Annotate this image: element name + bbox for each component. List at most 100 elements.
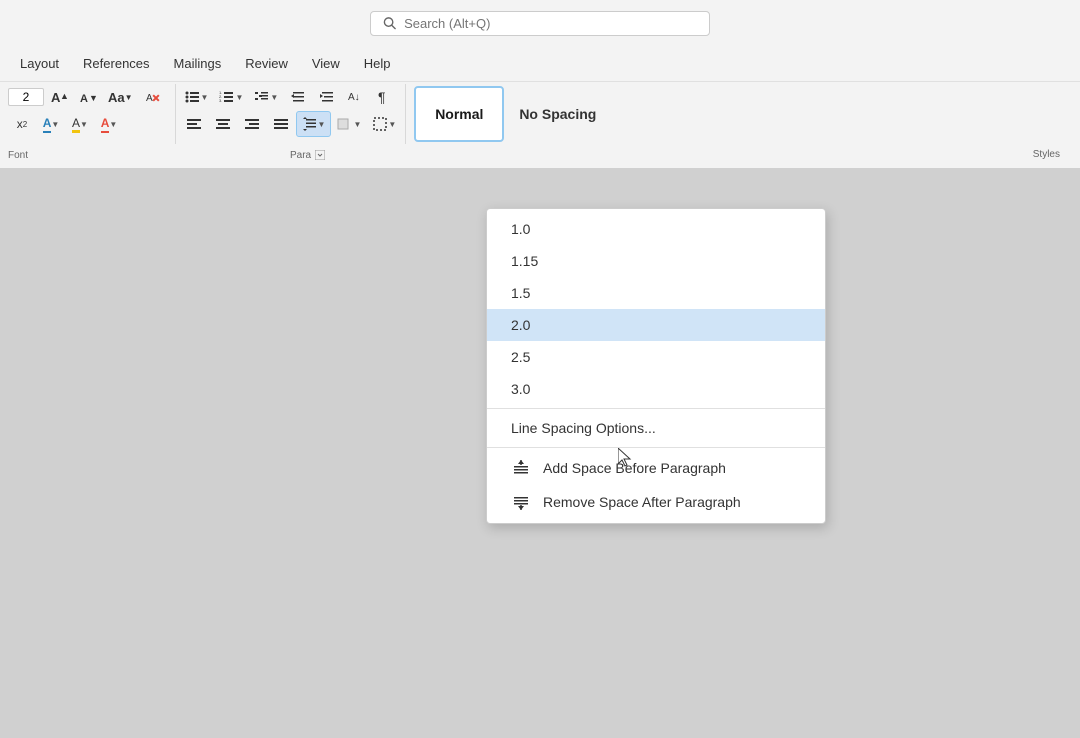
spacing-3-0-item[interactable]: 3.0 [487,373,825,405]
multilevel-list-arrow: ▼ [270,93,278,102]
style-normal-card[interactable]: Normal [414,86,504,142]
menu-item-layout[interactable]: Layout [10,52,69,75]
menu-item-references[interactable]: References [73,52,159,75]
spacing-3-0-label: 3.0 [511,381,530,397]
shading-arrow: ▼ [353,120,361,129]
svg-text:▲: ▲ [60,91,67,101]
menu-item-help[interactable]: Help [354,52,401,75]
remove-space-after-item[interactable]: Remove Space After Paragraph [487,485,825,519]
text-color-label: A [101,116,110,133]
align-left-icon [186,116,202,132]
font-color-label: A [43,116,52,133]
remove-space-after-icon [511,493,531,511]
spacing-1-5-item[interactable]: 1.5 [487,277,825,309]
font-color-arrow: ▼ [51,120,59,129]
search-icon [383,16,396,30]
subscript-btn[interactable]: x2 [8,111,36,137]
svg-text:▼: ▼ [89,93,96,103]
spacing-2-0-label: 2.0 [511,317,530,333]
add-space-before-item[interactable]: Add Space Before Paragraph [487,451,825,485]
shading-btn[interactable]: ▼ [332,111,366,137]
ribbon: 2 A ▲ A ▼ Aa▼ A [0,82,1080,168]
styles-section-label: Styles [1033,149,1060,160]
align-center-btn[interactable] [209,111,237,137]
decrease-font-icon: A ▼ [80,89,96,105]
spacing-1-15-item[interactable]: 1.15 [487,245,825,277]
svg-text:A↓: A↓ [348,92,360,103]
text-color-btn[interactable]: A ▼ [95,111,123,137]
border-icon [372,116,388,132]
bullet-list-btn[interactable]: ▼ [180,84,214,110]
ribbon-labels: Font Para Styles [0,146,1080,164]
menu-bar: Layout References Mailings Review View H… [0,46,1080,82]
align-right-icon [244,116,260,132]
bullet-list-icon [185,89,201,105]
font-section-label: Font [8,150,288,161]
align-left-btn[interactable] [180,111,208,137]
multilevel-list-icon [254,89,270,105]
text-color-arrow: ▼ [109,120,117,129]
svg-text:¶: ¶ [378,89,386,105]
align-right-btn[interactable] [238,111,266,137]
svg-text:A: A [146,93,153,104]
justify-btn[interactable] [267,111,295,137]
paragraph-expand-icon[interactable] [315,150,325,160]
spacing-2-5-item[interactable]: 2.5 [487,341,825,373]
spacing-2-5-label: 2.5 [511,349,530,365]
spacing-1-5-label: 1.5 [511,285,530,301]
line-spacing-dropdown: 1.0 1.15 1.5 2.0 2.5 3.0 Line Spacing Op… [486,208,826,524]
spacing-1-0-label: 1.0 [511,221,530,237]
spacing-1-15-label: 1.15 [511,253,538,269]
alignment-row: ▼ ▼ ▼ [180,111,402,137]
ribbon-paragraph-group: ▼ 1. 2. 3. ▼ [176,84,407,144]
bullet-list-arrow: ▼ [201,93,209,102]
highlight-arrow: ▼ [80,120,88,129]
svg-text:3.: 3. [219,98,222,103]
decrease-indent-btn[interactable] [284,84,312,110]
highlight-btn[interactable]: A ▼ [66,111,94,137]
clear-formatting-btn[interactable]: A [139,84,167,110]
ribbon-font-group: 2 A ▲ A ▼ Aa▼ A [8,84,176,144]
line-spacing-options-label: Line Spacing Options... [511,420,656,436]
text-format-row: x2 A ▼ A ▼ A ▼ [8,111,167,137]
numbered-list-arrow: ▼ [235,93,243,102]
increase-indent-btn[interactable] [313,84,341,110]
paragraph-mark-icon: ¶ [377,89,393,105]
add-space-before-label: Add Space Before Paragraph [543,460,726,476]
change-case-btn[interactable]: Aa▼ [103,84,138,110]
spacing-2-0-item[interactable]: 2.0 [487,309,825,341]
border-btn[interactable]: ▼ [367,111,401,137]
line-spacing-options-item[interactable]: Line Spacing Options... [487,412,825,444]
list-row: ▼ 1. 2. 3. ▼ [180,84,402,110]
style-no-spacing-card[interactable]: No Spacing [506,86,609,142]
numbered-list-icon: 1. 2. 3. [219,89,235,105]
sort-btn[interactable]: A↓ [342,84,370,110]
justify-icon [273,116,289,132]
title-bar [0,0,1080,46]
shading-icon [337,116,353,132]
increase-font-btn[interactable]: A ▲ [45,84,73,110]
search-input[interactable] [404,16,697,31]
multilevel-list-btn[interactable]: ▼ [249,84,283,110]
font-size-input[interactable]: 2 [8,88,44,106]
line-spacing-btn[interactable]: ▼ [296,111,332,137]
align-center-icon [215,116,231,132]
numbered-list-btn[interactable]: 1. 2. 3. ▼ [214,84,248,110]
decrease-font-btn[interactable]: A ▼ [74,84,102,110]
dropdown-separator-1 [487,408,825,409]
menu-item-view[interactable]: View [302,52,350,75]
menu-item-mailings[interactable]: Mailings [164,52,232,75]
search-box[interactable] [370,11,710,36]
dropdown-separator-2 [487,447,825,448]
decrease-indent-icon [290,89,306,105]
border-arrow: ▼ [388,120,396,129]
highlight-icon: A [72,116,80,133]
clear-format-icon: A [145,89,161,105]
font-color-btn[interactable]: A ▼ [37,111,65,137]
paragraph-section-label: Para [290,150,490,161]
line-spacing-arrow: ▼ [318,120,326,129]
menu-item-review[interactable]: Review [235,52,298,75]
spacing-1-0-item[interactable]: 1.0 [487,213,825,245]
paragraph-mark-btn[interactable]: ¶ [371,84,399,110]
increase-font-icon: A ▲ [51,89,67,105]
